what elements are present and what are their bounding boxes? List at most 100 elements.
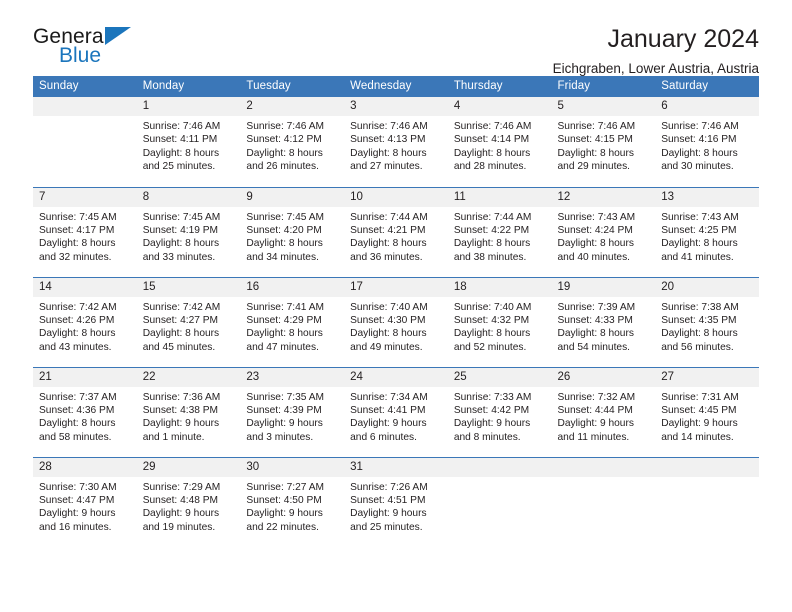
calendar-day-cell[interactable]: 7 Sunrise: 7:45 AM Sunset: 4:17 PM Daylight… bbox=[33, 186, 137, 277]
day-detail-line: Daylight: 8 hours bbox=[661, 147, 738, 159]
day-detail-line: Sunset: 4:11 PM bbox=[142, 134, 218, 146]
calendar-day-cell[interactable]: 28 Sunrise: 7:30 AM Sunset: 4:47 PM Dayligh… bbox=[33, 456, 137, 548]
day-detail-line: Sunset: 4:25 PM bbox=[661, 224, 737, 236]
day-detail-line: Sunset: 4:22 PM bbox=[453, 224, 530, 236]
day-number: 29 bbox=[136, 457, 241, 477]
calendar-day-cell[interactable]: 27 Sunrise: 7:31 AM Sunset: 4:45 PM Dayligh… bbox=[655, 366, 759, 457]
calendar-day-cell[interactable]: 22 Sunrise: 7:36 AM Sunset: 4:38 PM Dayligh… bbox=[136, 366, 241, 457]
day-sun-details: Sunrise: 7:30 AM Sunset: 4:47 PM Daylight:… bbox=[33, 477, 137, 535]
day-detail-line: Sunset: 4:13 PM bbox=[350, 134, 426, 146]
day-detail-line: Sunset: 4:44 PM bbox=[557, 404, 633, 416]
calendar-day-cell[interactable]: 24 Sunrise: 7:34 AM Sunset: 4:41 PM Dayligh… bbox=[344, 366, 448, 457]
day-detail-line: Sunset: 4:12 PM bbox=[246, 134, 322, 146]
day-number bbox=[33, 97, 137, 116]
day-detail-line: Daylight: 9 hours bbox=[142, 508, 220, 520]
calendar-day-cell[interactable]: 25 Sunrise: 7:33 AM Sunset: 4:42 PM Dayligh… bbox=[447, 366, 552, 457]
day-detail-line: Daylight: 8 hours bbox=[661, 328, 738, 340]
day-detail-line: Sunrise: 7:42 AM bbox=[142, 301, 221, 313]
calendar-day-cell[interactable]: 1 Sunrise: 7:46 AM Sunset: 4:11 PM Daylight… bbox=[136, 97, 241, 187]
calendar-day-cell[interactable]: 16 Sunrise: 7:41 AM Sunset: 4:29 PM Dayligh… bbox=[240, 276, 345, 367]
day-sun-details: Sunrise: 7:35 AM Sunset: 4:39 PM Daylight:… bbox=[240, 387, 344, 445]
weekday-header-friday: Friday bbox=[551, 76, 656, 97]
day-detail-line: Sunrise: 7:43 AM bbox=[661, 211, 739, 223]
day-cell-inner: 6 Sunrise: 7:46 AM Sunset: 4:16 PM Daylight… bbox=[655, 97, 759, 187]
calendar-day-cell[interactable]: 29 Sunrise: 7:29 AM Sunset: 4:48 PM Dayligh… bbox=[136, 456, 241, 547]
day-detail-line: Daylight: 8 hours bbox=[661, 238, 738, 250]
day-detail-line: Sunset: 4:47 PM bbox=[39, 494, 115, 506]
day-detail-line: Daylight: 8 hours bbox=[39, 328, 116, 340]
calendar-day-cell[interactable]: 2 Sunrise: 7:46 AM Sunset: 4:12 PM Daylight… bbox=[240, 97, 345, 187]
day-number: 4 bbox=[447, 97, 552, 116]
day-cell-inner: 26 Sunrise: 7:32 AM Sunset: 4:44 PM Dayligh… bbox=[551, 367, 656, 457]
calendar-week-row: 7 Sunrise: 7:45 AM Sunset: 4:17 PM Daylight… bbox=[33, 186, 759, 277]
day-cell-inner: 31 Sunrise: 7:26 AM Sunset: 4:51 PM Dayligh… bbox=[344, 457, 448, 548]
calendar-day-cell[interactable]: 10 Sunrise: 7:44 AM Sunset: 4:21 PM Dayligh… bbox=[344, 186, 448, 277]
calendar-day-cell[interactable]: 26 Sunrise: 7:32 AM Sunset: 4:44 PM Dayligh… bbox=[551, 366, 656, 457]
calendar-day-cell[interactable]: 21 Sunrise: 7:37 AM Sunset: 4:36 PM Dayligh… bbox=[33, 366, 137, 457]
calendar-day-cell[interactable]: 9 Sunrise: 7:45 AM Sunset: 4:20 PM Daylight… bbox=[240, 186, 345, 277]
calendar-week-row: 1 Sunrise: 7:46 AM Sunset: 4:11 PM Daylight… bbox=[33, 97, 759, 187]
day-sun-details bbox=[448, 477, 552, 481]
calendar-day-cell[interactable]: 31 Sunrise: 7:26 AM Sunset: 4:51 PM Dayligh… bbox=[344, 456, 448, 548]
day-sun-details: Sunrise: 7:41 AM Sunset: 4:29 PM Daylight:… bbox=[240, 297, 344, 355]
day-detail-line: and 45 minutes. bbox=[142, 341, 216, 353]
day-detail-line: Sunrise: 7:46 AM bbox=[350, 121, 428, 132]
calendar-day-cell[interactable]: 15 Sunrise: 7:42 AM Sunset: 4:27 PM Dayligh… bbox=[136, 276, 241, 367]
day-detail-line: Daylight: 8 hours bbox=[350, 147, 427, 159]
day-sun-details: Sunrise: 7:31 AM Sunset: 4:45 PM Daylight:… bbox=[655, 387, 759, 445]
day-cell-inner: 3 Sunrise: 7:46 AM Sunset: 4:13 PM Daylight… bbox=[344, 97, 448, 187]
day-detail-line: Sunset: 4:15 PM bbox=[557, 134, 633, 146]
calendar-day-cell[interactable]: 3 Sunrise: 7:46 AM Sunset: 4:13 PM Daylight… bbox=[344, 97, 448, 187]
day-detail-line: Daylight: 8 hours bbox=[142, 147, 220, 159]
day-detail-line: Sunset: 4:50 PM bbox=[246, 494, 322, 506]
calendar-week-row: 14 Sunrise: 7:42 AM Sunset: 4:26 PM Dayligh… bbox=[33, 276, 759, 367]
day-detail-line: and 47 minutes. bbox=[246, 341, 319, 353]
calendar-day-cell[interactable]: 12 Sunrise: 7:43 AM Sunset: 4:24 PM Dayligh… bbox=[551, 186, 656, 277]
day-detail-line: Daylight: 8 hours bbox=[453, 238, 531, 250]
day-detail-line: Sunset: 4:29 PM bbox=[246, 314, 322, 326]
day-cell-inner: 15 Sunrise: 7:42 AM Sunset: 4:27 PM Dayligh… bbox=[136, 277, 241, 367]
calendar-day-cell[interactable]: 14 Sunrise: 7:42 AM Sunset: 4:26 PM Dayligh… bbox=[33, 276, 137, 367]
calendar-day-cell-empty bbox=[655, 456, 759, 547]
calendar-day-cell[interactable]: 6 Sunrise: 7:46 AM Sunset: 4:16 PM Daylight… bbox=[655, 97, 759, 187]
calendar-day-cell[interactable]: 18 Sunrise: 7:40 AM Sunset: 4:32 PM Dayligh… bbox=[447, 276, 552, 367]
calendar-day-cell[interactable]: 20 Sunrise: 7:38 AM Sunset: 4:35 PM Dayligh… bbox=[655, 276, 759, 367]
day-sun-details: Sunrise: 7:43 AM Sunset: 4:25 PM Daylight:… bbox=[655, 207, 759, 265]
day-cell-inner: 8 Sunrise: 7:45 AM Sunset: 4:19 PM Daylight… bbox=[136, 187, 241, 277]
day-number: 16 bbox=[240, 277, 345, 297]
calendar-day-cell[interactable]: 5 Sunrise: 7:46 AM Sunset: 4:15 PM Daylight… bbox=[551, 97, 656, 187]
day-detail-line: Daylight: 9 hours bbox=[661, 418, 738, 430]
day-detail-line: Sunset: 4:20 PM bbox=[246, 224, 322, 236]
calendar-day-cell[interactable]: 17 Sunrise: 7:40 AM Sunset: 4:30 PM Dayligh… bbox=[344, 276, 448, 367]
day-detail-line: Sunrise: 7:46 AM bbox=[661, 121, 739, 132]
calendar-day-cell[interactable]: 30 Sunrise: 7:27 AM Sunset: 4:50 PM Dayligh… bbox=[240, 456, 345, 547]
day-detail-line: and 58 minutes. bbox=[39, 431, 112, 443]
calendar-day-cell[interactable]: 23 Sunrise: 7:35 AM Sunset: 4:39 PM Dayligh… bbox=[240, 366, 345, 457]
day-detail-line: and 33 minutes. bbox=[142, 251, 216, 263]
day-detail-line: Sunset: 4:51 PM bbox=[350, 494, 426, 506]
day-detail-line: and 16 minutes. bbox=[39, 521, 112, 533]
calendar-week-row: 28 Sunrise: 7:30 AM Sunset: 4:47 PM Dayligh… bbox=[33, 456, 759, 548]
weekday-header-thursday: Thursday bbox=[447, 76, 552, 97]
calendar-day-cell[interactable]: 11 Sunrise: 7:44 AM Sunset: 4:22 PM Dayligh… bbox=[447, 186, 552, 277]
day-detail-line: and 1 minute. bbox=[142, 431, 205, 443]
calendar-day-cell[interactable]: 19 Sunrise: 7:39 AM Sunset: 4:33 PM Dayligh… bbox=[551, 276, 656, 367]
page-header: General Blue January 2024 Eichgraben, Lo… bbox=[33, 0, 759, 75]
calendar-day-cell[interactable]: 8 Sunrise: 7:45 AM Sunset: 4:19 PM Daylight… bbox=[136, 186, 241, 277]
day-detail-line: Daylight: 9 hours bbox=[246, 418, 323, 430]
day-detail-line: and 25 minutes. bbox=[142, 161, 216, 173]
day-detail-line: and 54 minutes. bbox=[557, 341, 631, 353]
day-detail-line: Sunset: 4:35 PM bbox=[661, 314, 737, 326]
page-title: January 2024 bbox=[607, 25, 759, 53]
day-cell-inner: 27 Sunrise: 7:31 AM Sunset: 4:45 PM Dayligh… bbox=[655, 367, 759, 457]
day-cell-inner: 12 Sunrise: 7:43 AM Sunset: 4:24 PM Dayligh… bbox=[551, 187, 656, 277]
day-number: 30 bbox=[240, 457, 345, 477]
calendar-day-cell[interactable]: 4 Sunrise: 7:46 AM Sunset: 4:14 PM Daylight… bbox=[447, 97, 552, 187]
day-number: 3 bbox=[344, 97, 448, 116]
calendar-day-cell[interactable]: 13 Sunrise: 7:43 AM Sunset: 4:25 PM Dayligh… bbox=[655, 186, 759, 277]
day-detail-line: Sunrise: 7:34 AM bbox=[350, 391, 428, 403]
day-cell-inner: 28 Sunrise: 7:30 AM Sunset: 4:47 PM Dayligh… bbox=[33, 457, 137, 548]
day-detail-line: Sunrise: 7:38 AM bbox=[661, 301, 739, 313]
day-detail-line: Daylight: 8 hours bbox=[453, 147, 531, 159]
day-detail-line: and 22 minutes. bbox=[246, 521, 319, 533]
